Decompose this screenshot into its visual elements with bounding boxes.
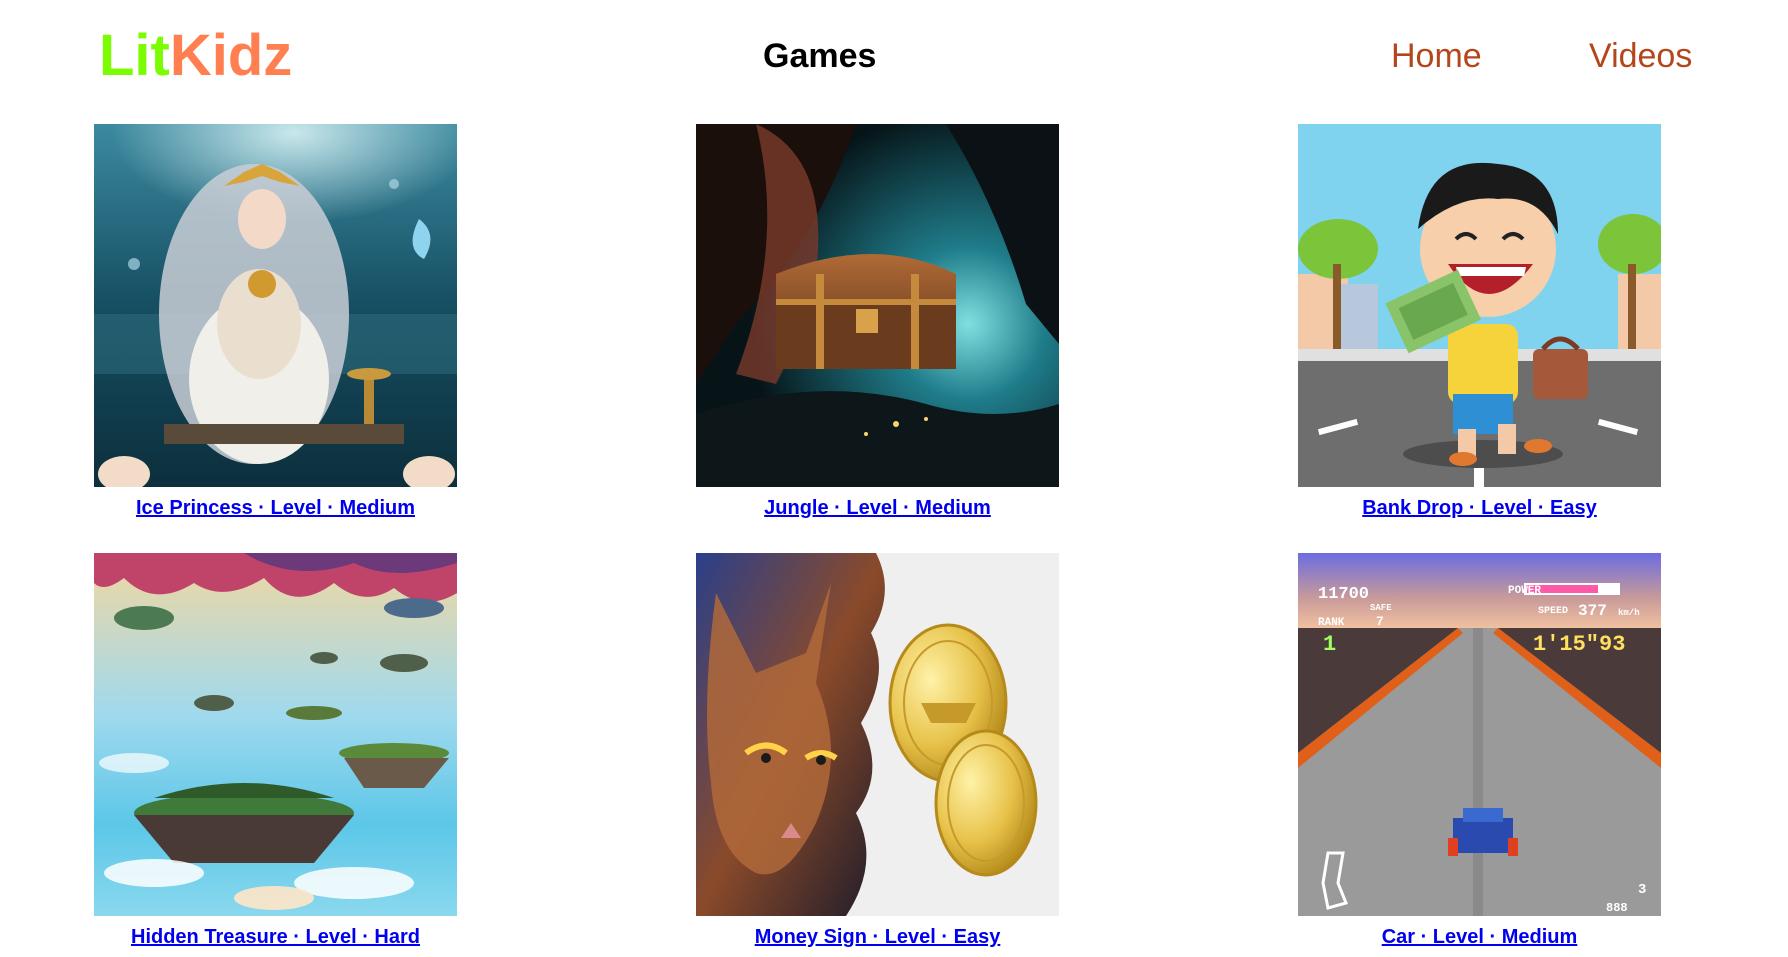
cat-and-coins-image[interactable] xyxy=(696,553,1059,916)
nav-videos-link[interactable]: Videos xyxy=(1589,36,1692,76)
race-speed-value: 377 xyxy=(1578,602,1607,620)
site-header: LitKidz Games Home Videos xyxy=(0,0,1788,108)
game-link-bank-drop[interactable]: Bank Drop · Level · Easy xyxy=(1278,496,1681,520)
race-rank-label: RANK xyxy=(1318,617,1345,629)
game-link-car[interactable]: Car · Level · Medium xyxy=(1278,925,1681,949)
page-title: Games xyxy=(763,37,877,75)
cartoon-boy-money-image[interactable] xyxy=(1298,124,1661,487)
race-speed-label: SPEED xyxy=(1538,606,1568,617)
game-link-hidden-treasure[interactable]: Hidden Treasure · Level · Hard xyxy=(74,925,477,949)
nav-home-link[interactable]: Home xyxy=(1391,36,1482,76)
game-link-jungle[interactable]: Jungle · Level · Medium xyxy=(676,496,1079,520)
race-lives: 3 xyxy=(1638,882,1646,898)
logo-lit: Lit xyxy=(99,23,170,88)
logo-kidz: Kidz xyxy=(169,23,293,88)
race-bottom-digits: 888 xyxy=(1606,901,1628,915)
site-logo[interactable]: LitKidz xyxy=(99,22,292,90)
racing-game-image[interactable]: 11700 POWER SAFE RANK 7 1 SPEED 377 km/h… xyxy=(1298,553,1661,916)
race-speed-unit: km/h xyxy=(1618,608,1640,618)
game-link-money-sign[interactable]: Money Sign · Level · Easy xyxy=(676,925,1079,949)
race-lap-time: 1'15"93 xyxy=(1533,632,1625,657)
race-rank-total: 7 xyxy=(1376,614,1384,629)
underwater-princess-image[interactable] xyxy=(94,124,457,487)
race-power-label: POWER xyxy=(1508,585,1541,597)
race-score: 11700 xyxy=(1318,585,1369,604)
race-safe-label: SAFE xyxy=(1370,603,1392,613)
floating-islands-image[interactable] xyxy=(94,553,457,916)
treasure-chest-cave-image[interactable] xyxy=(696,124,1059,487)
race-rank-value: 1 xyxy=(1323,632,1336,657)
game-link-ice-princess[interactable]: Ice Princess · Level · Medium xyxy=(74,496,477,520)
